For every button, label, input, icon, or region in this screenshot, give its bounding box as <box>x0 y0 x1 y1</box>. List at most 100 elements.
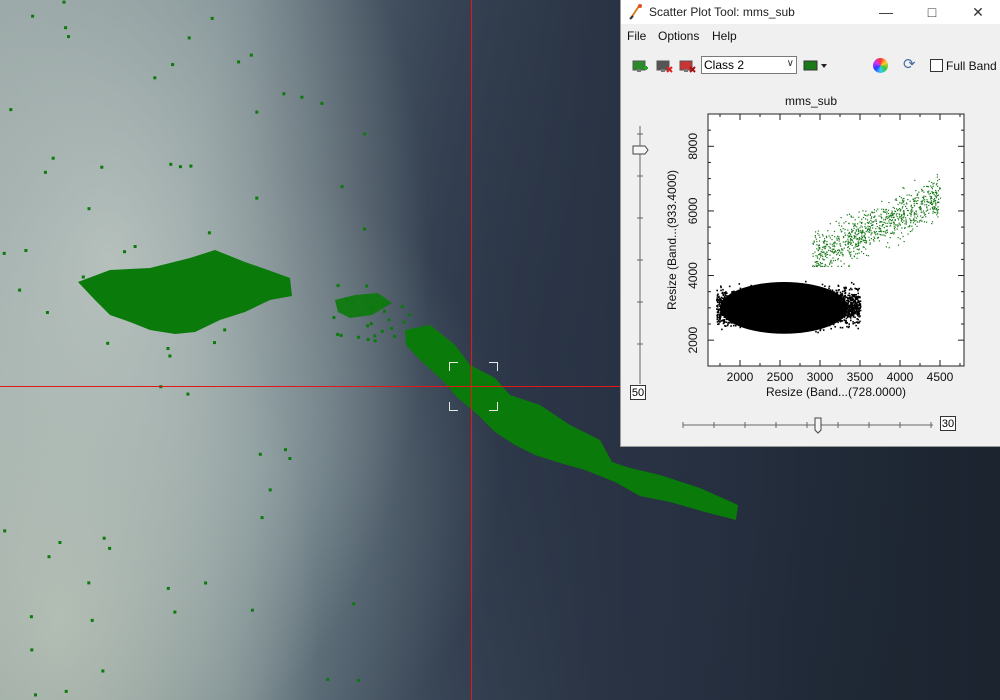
scatter-point <box>866 229 869 231</box>
scatter-point <box>895 198 897 200</box>
scatter-point <box>864 214 867 216</box>
roi-box[interactable] <box>449 362 498 411</box>
scatter-point <box>849 243 852 245</box>
scatter-point <box>817 263 819 265</box>
scatter-point <box>853 227 855 229</box>
scatter-point <box>864 226 866 228</box>
scatter-point <box>833 230 836 233</box>
scatter-point <box>877 208 879 210</box>
scatter-point <box>914 216 916 218</box>
class-select[interactable]: Class 2 ∨ <box>701 56 797 74</box>
scatter-point <box>905 221 907 223</box>
vertical-slider-value[interactable]: 50 <box>630 385 646 400</box>
scatter-point <box>722 288 724 291</box>
scatter-point <box>813 241 815 243</box>
scatter-point <box>828 246 830 248</box>
scatter-point <box>862 235 864 237</box>
scatter-point <box>816 240 818 243</box>
scatter-point <box>873 209 876 211</box>
full-band-checkbox[interactable] <box>930 59 943 72</box>
horizontal-slider-value[interactable]: 30 <box>940 416 956 431</box>
scatter-point <box>932 212 934 214</box>
chevron-down-icon: ∨ <box>786 58 794 69</box>
scatter-point <box>728 285 731 288</box>
scatter-point <box>903 220 905 222</box>
vertical-slider-thumb[interactable] <box>632 145 649 155</box>
scatter-point <box>815 261 817 263</box>
scatter-point <box>873 236 875 238</box>
app-icon <box>629 4 642 20</box>
scatter-point <box>817 264 819 267</box>
scatter-point <box>925 210 927 212</box>
class-pixel <box>108 546 112 550</box>
class-pixel <box>171 307 175 311</box>
scatter-point <box>926 200 929 202</box>
scatter-point <box>880 229 882 232</box>
scatter-point <box>826 241 828 243</box>
scatter-point <box>849 232 851 235</box>
scatter-point <box>924 201 926 203</box>
scatter-point <box>834 246 836 248</box>
scatter-point <box>717 308 719 311</box>
horizontal-slider-thumb[interactable] <box>814 417 822 434</box>
color-wheel-icon[interactable] <box>873 58 888 73</box>
class-color-button[interactable] <box>803 60 829 72</box>
class-pixel <box>284 448 287 452</box>
refresh-icon[interactable]: ⟳ <box>903 57 919 73</box>
scatter-point <box>912 199 914 201</box>
scatter-point <box>904 227 906 229</box>
scatter-point <box>911 230 913 232</box>
scatter-point <box>819 254 821 256</box>
close-icon[interactable]: ✕ <box>955 0 1000 24</box>
scatter-point <box>839 229 842 231</box>
scatter-point <box>825 235 827 237</box>
scatter-point <box>834 259 836 261</box>
minimize-icon[interactable]: — <box>863 0 909 24</box>
scatter-point <box>867 214 869 216</box>
scatter-point <box>846 214 848 216</box>
scatter-point <box>921 220 923 222</box>
scatter-point <box>857 241 859 243</box>
menu-help[interactable]: Help <box>712 29 737 43</box>
class-pixel <box>224 287 227 291</box>
delete-class-icon[interactable] <box>656 59 674 75</box>
class-pixel <box>51 156 55 160</box>
scatter-point <box>818 258 820 260</box>
title-bar[interactable]: Scatter Plot Tool: mms_sub — □ ✕ <box>621 0 1000 24</box>
scatter-point <box>852 314 855 316</box>
scatter-point <box>856 238 859 240</box>
scatter-point <box>907 199 909 201</box>
menu-options[interactable]: Options <box>658 29 699 43</box>
scatter-point <box>831 262 833 264</box>
scatter-point <box>831 265 833 267</box>
scatter-point <box>844 321 847 324</box>
scatter-point <box>913 219 915 221</box>
scatter-point <box>898 219 900 221</box>
scatter-point <box>884 218 886 220</box>
scatter-point <box>821 249 823 251</box>
scatter-point <box>838 222 840 224</box>
class-pixel <box>178 165 182 169</box>
scatter-point <box>888 215 890 217</box>
scatter-point <box>837 235 839 237</box>
scatter-point <box>897 203 899 206</box>
scatter-point <box>858 238 860 240</box>
scatter-point <box>905 217 907 219</box>
maximize-icon[interactable]: □ <box>909 0 955 24</box>
scatter-point <box>857 314 859 317</box>
menu-file[interactable]: File <box>627 29 646 43</box>
scatter-point <box>934 197 936 200</box>
scatter-point <box>823 251 825 253</box>
add-class-icon[interactable] <box>632 59 650 75</box>
scatter-point <box>939 187 941 189</box>
scatter-plot[interactable]: 2000 4000 6000 8000 2000 2500 3000 3500 4000 4500… <box>621 84 1000 444</box>
scatter-point <box>819 246 821 248</box>
scatter-point <box>902 217 904 219</box>
scatter-point <box>717 310 720 313</box>
scatter-point <box>844 228 846 231</box>
scatter-point <box>851 257 853 259</box>
scatter-point <box>837 251 839 254</box>
clear-classes-icon[interactable] <box>679 59 697 75</box>
scatter-point <box>829 243 831 245</box>
window-title: Scatter Plot Tool: mms_sub <box>649 5 795 19</box>
